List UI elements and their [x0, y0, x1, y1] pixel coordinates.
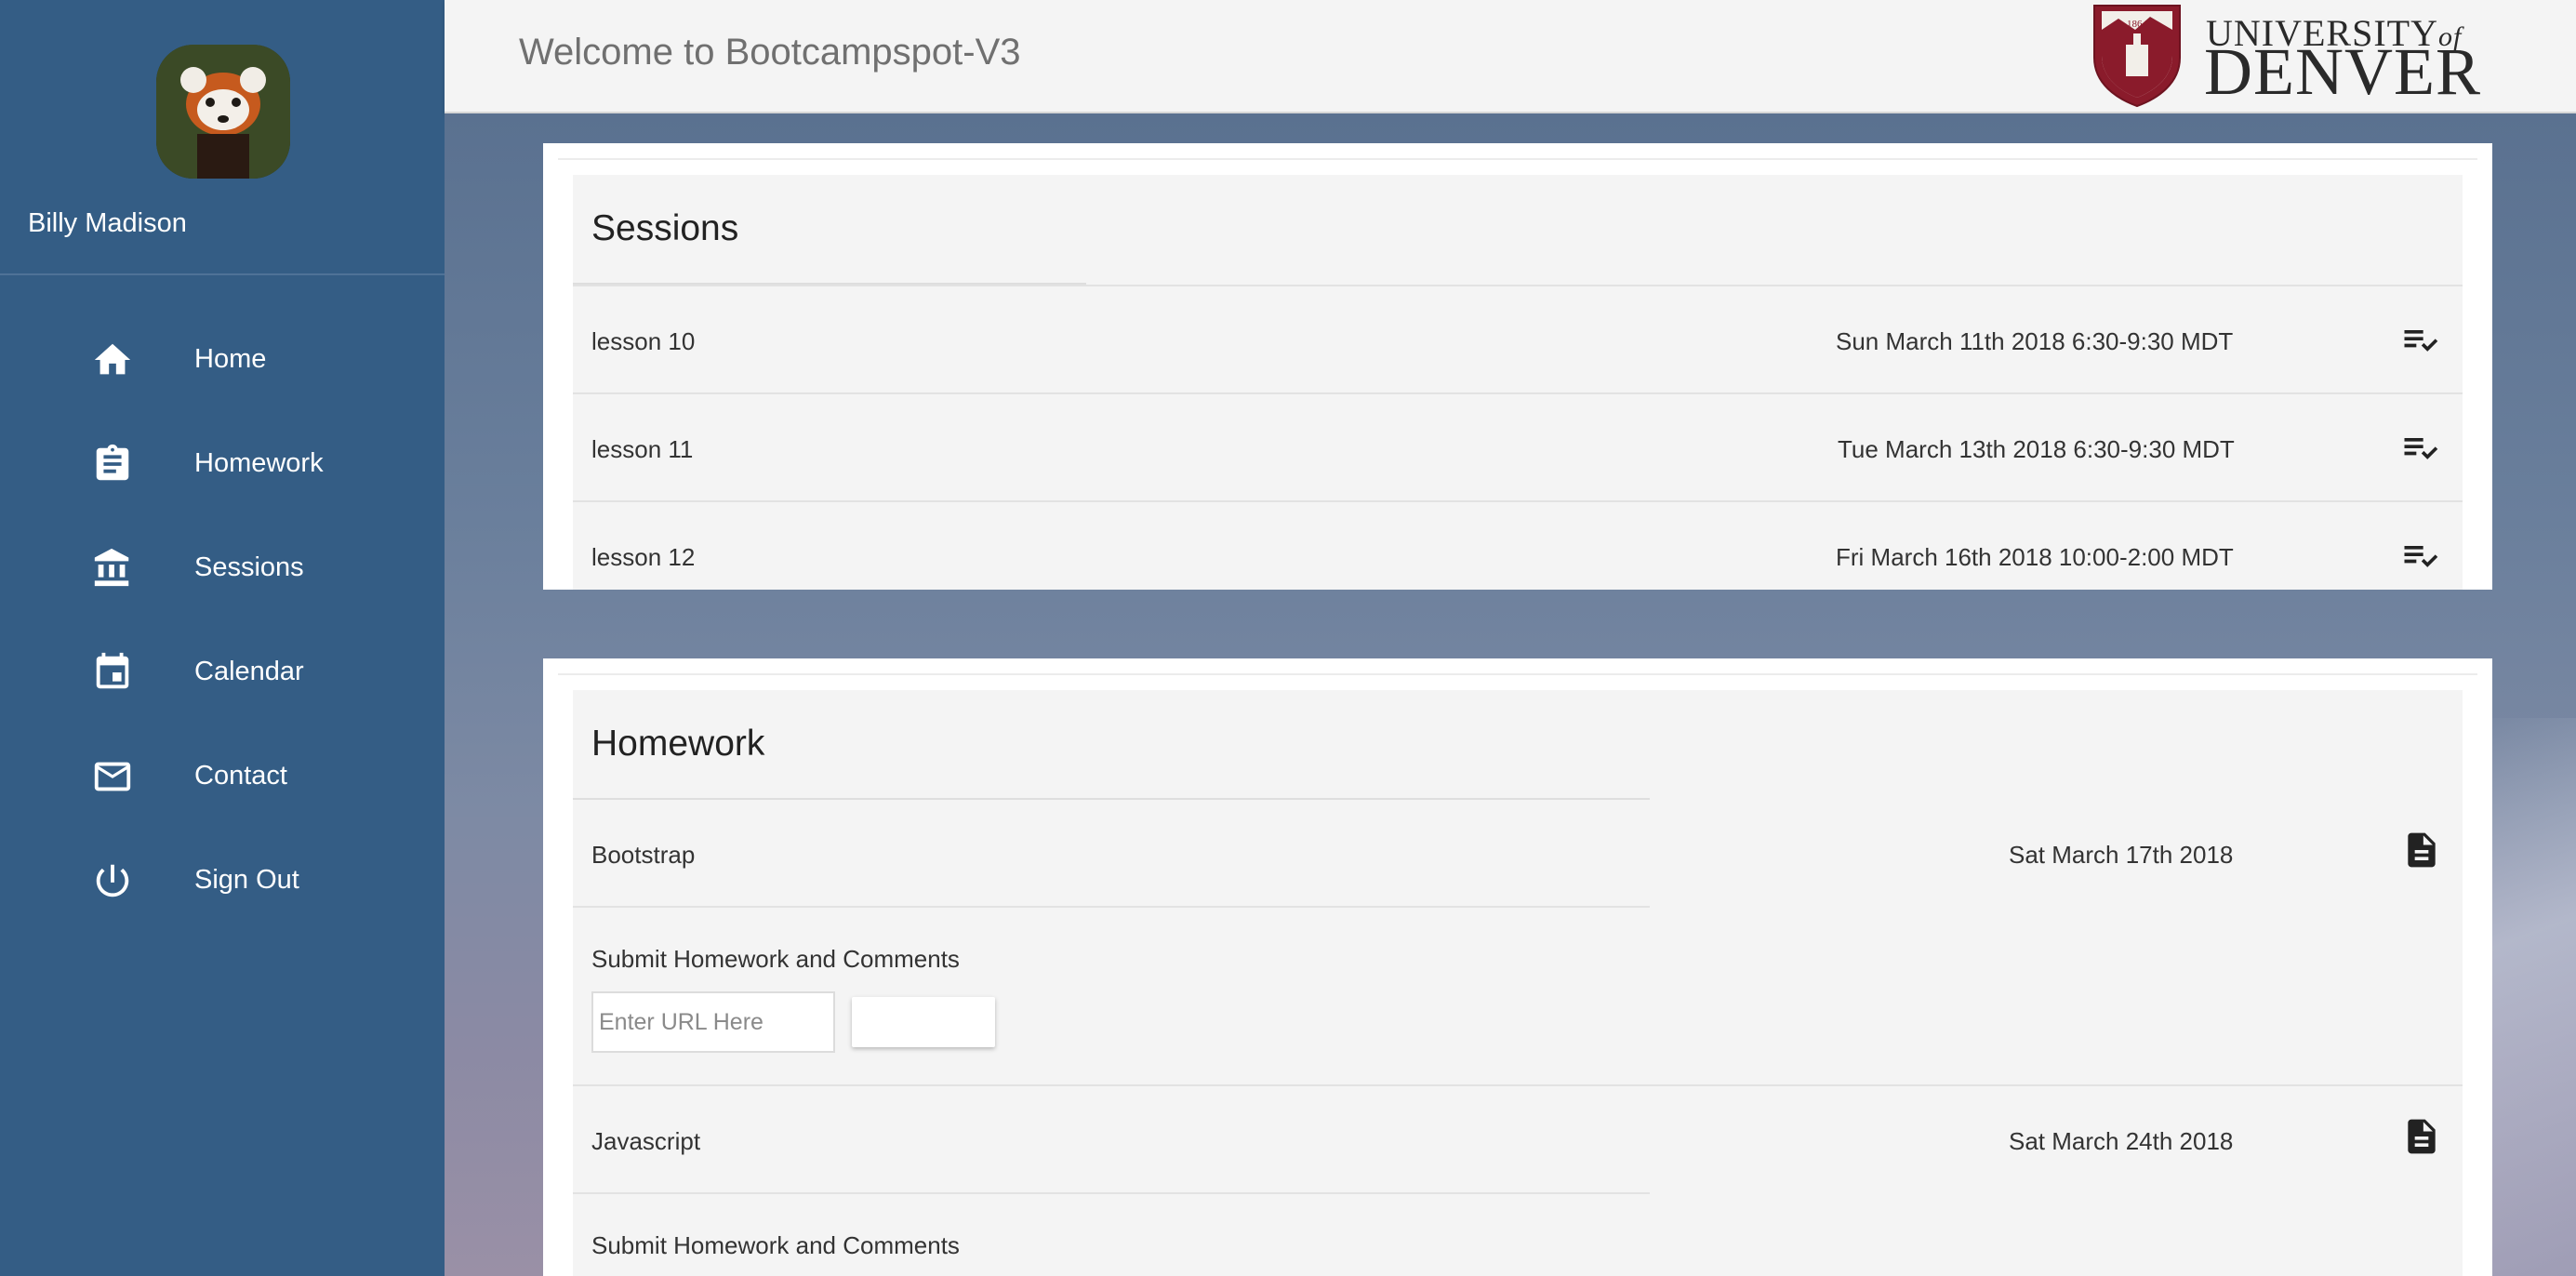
submit-homework-label: Submit Homework and Comments: [591, 945, 960, 973]
homework-due-date: Sat March 24th 2018: [2009, 1127, 2234, 1155]
sidebar: Billy Madison Home Homework Sessions Cal…: [0, 0, 445, 1276]
logo-year: 1864: [2127, 19, 2148, 30]
sidebar-item-sign-out[interactable]: Sign Out: [0, 833, 445, 937]
sidebar-item-label: Sign Out: [194, 865, 299, 895]
homework-due-date: Sat March 17th 2018: [2009, 841, 2234, 869]
red-panda-image: [156, 45, 290, 179]
homework-row: Bootstrap Sat March 17th 2018: [573, 800, 2463, 908]
page-title: Welcome to Bootcampspot-V3: [519, 32, 1021, 73]
profile-section: Billy Madison: [0, 0, 445, 275]
clipboard-icon: [96, 444, 129, 481]
user-name: Billy Madison: [28, 208, 187, 238]
logo-line-denver: DENVER: [2204, 34, 2481, 109]
sidebar-item-label: Sessions: [194, 552, 304, 582]
homework-name: Javascript: [591, 1127, 701, 1155]
submit-button[interactable]: [852, 997, 995, 1047]
session-name: lesson 10: [591, 327, 696, 355]
homework-card: Homework Bootstrap Sat March 17th 2018 S…: [543, 658, 2492, 1276]
document-icon[interactable]: [2401, 1116, 2442, 1157]
bank-icon: [94, 548, 129, 587]
session-row: lesson 12 Fri March 16th 2018 10:00-2:00…: [573, 500, 2463, 590]
sessions-panel: Sessions lesson 10 Sun March 11th 2018 6…: [573, 175, 2463, 590]
home-icon: [94, 343, 131, 375]
sidebar-nav: Home Homework Sessions Calendar Contact …: [0, 312, 445, 937]
homework-name: Bootstrap: [591, 841, 696, 869]
session-name: lesson 11: [591, 435, 694, 463]
row-divider: [573, 1192, 1650, 1194]
sidebar-item-homework[interactable]: Homework: [0, 417, 445, 521]
sidebar-item-label: Calendar: [194, 657, 304, 686]
sidebar-item-contact[interactable]: Contact: [0, 729, 445, 833]
playlist-check-icon[interactable]: [2399, 320, 2440, 361]
card-divider: [558, 673, 2477, 675]
session-row: lesson 11 Tue March 13th 2018 6:30-9:30 …: [573, 392, 2463, 500]
session-date: Sun March 11th 2018 6:30-9:30 MDT: [1836, 327, 2234, 355]
sidebar-item-calendar[interactable]: Calendar: [0, 625, 445, 729]
university-shield-icon: 1864: [2093, 5, 2181, 108]
session-name: lesson 12: [591, 543, 696, 571]
submit-homework-label: Submit Homework and Comments: [591, 1231, 960, 1259]
document-icon[interactable]: [2401, 830, 2442, 871]
sessions-title: Sessions: [591, 208, 739, 248]
session-date: Fri March 16th 2018 10:00-2:00 MDT: [1836, 543, 2234, 571]
url-input[interactable]: [591, 991, 835, 1053]
university-logo: 1864 UNIVERSITYof DENVER: [2091, 0, 2481, 110]
homework-title: Homework: [591, 724, 765, 764]
session-date: Tue March 13th 2018 6:30-9:30 MDT: [1838, 435, 2235, 463]
avatar[interactable]: [156, 45, 290, 179]
sidebar-item-sessions[interactable]: Sessions: [0, 521, 445, 625]
power-icon: [96, 864, 129, 897]
playlist-check-icon[interactable]: [2399, 536, 2440, 577]
homework-panel: Homework Bootstrap Sat March 17th 2018 S…: [573, 690, 2463, 1276]
sidebar-item-label: Home: [194, 344, 267, 374]
sidebar-item-label: Contact: [194, 761, 287, 791]
homework-row: Javascript Sat March 24th 2018: [573, 1084, 2463, 1192]
sessions-card: Sessions lesson 10 Sun March 11th 2018 6…: [543, 143, 2492, 590]
sidebar-item-home[interactable]: Home: [0, 312, 445, 417]
playlist-check-icon[interactable]: [2399, 428, 2440, 469]
top-header: Welcome to Bootcampspot-V3 1864 UNIVERSI…: [445, 0, 2576, 113]
card-divider: [558, 158, 2477, 160]
row-divider: [573, 906, 1650, 908]
session-row: lesson 10 Sun March 11th 2018 6:30-9:30 …: [573, 285, 2463, 392]
calendar-icon: [96, 652, 129, 689]
mail-icon: [94, 762, 131, 791]
sidebar-item-label: Homework: [194, 448, 324, 478]
